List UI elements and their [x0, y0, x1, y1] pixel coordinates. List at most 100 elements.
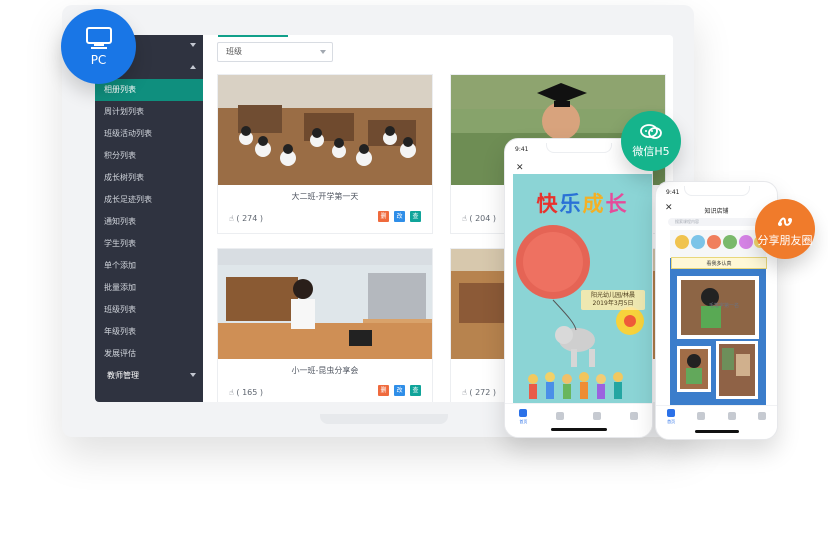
delete-button[interactable]: 删 [378, 385, 389, 396]
phone-notch [545, 143, 612, 153]
home-indicator [550, 428, 607, 431]
user-icon [757, 412, 766, 420]
chevron-down-icon [320, 50, 326, 54]
album-likes-count: ( 274 ) [236, 214, 264, 223]
phone-tabbar: 首页 [505, 403, 652, 430]
sidebar-item-students[interactable]: 学生列表 [95, 233, 203, 255]
tab-item[interactable] [754, 412, 770, 422]
album-title: 小一班-昆虫分享会 [291, 366, 359, 375]
message-icon [592, 412, 601, 420]
monitor-base [320, 414, 448, 424]
chevron-down-icon [190, 43, 196, 47]
like-icon: ☝ [229, 388, 234, 397]
cover-title-char-1: 快 [536, 192, 560, 216]
like-icon: ☝ [229, 214, 234, 223]
sidebar-item-class-activities[interactable]: 班级活动列表 [95, 123, 203, 145]
home-icon [519, 409, 528, 417]
class-select-value: 班级 [226, 47, 242, 56]
list-icon [556, 412, 565, 420]
tab-item[interactable] [589, 412, 605, 422]
classroom-photo [218, 75, 432, 185]
home-indicator [694, 430, 739, 433]
album-card[interactable]: 大二班-开学第一天 ☝ ( 274 ) 删 改 查 [217, 74, 433, 234]
share-label: 分享朋友圈 [757, 234, 813, 247]
home-icon [667, 409, 676, 417]
album-photo[interactable] [218, 249, 432, 359]
delete-button[interactable]: 删 [378, 211, 389, 222]
album-photo[interactable] [218, 75, 432, 185]
growth-cover: 快乐成长 阳光幼儿园/林晨 2019年3月5日 [513, 174, 652, 406]
active-tab-line [218, 35, 288, 37]
like-icon: ☝ [462, 388, 467, 397]
search-placeholder: 搜索课程内容 [675, 219, 699, 224]
tab-home[interactable]: 首页 [663, 409, 679, 425]
album-likes-count: ( 204 ) [469, 214, 497, 223]
cover-title-char-3: 成 [582, 192, 606, 216]
cover-subtitle-line-2: 2019年3月5日 [592, 300, 634, 307]
edit-button[interactable]: 改 [394, 211, 405, 222]
sidebar-item-notifications[interactable]: 通知列表 [95, 211, 203, 233]
sidebar-item-classes[interactable]: 班级列表 [95, 299, 203, 321]
sidebar-item-growth-tree[interactable]: 成长树列表 [95, 167, 203, 189]
album-title: 大二班-开学第一天 [291, 192, 359, 201]
view-button[interactable]: 查 [410, 211, 421, 222]
sidebar-group-teachers[interactable]: 教师管理 [95, 365, 203, 387]
cover-title-char-2: 乐 [559, 192, 583, 216]
album-likes: ☝ ( 272 ) [462, 388, 496, 397]
search-input[interactable]: 搜索课程内容 [668, 218, 765, 226]
like-icon: ☝ [462, 214, 467, 223]
monitor-icon [85, 27, 112, 49]
sidebar-item-album-list[interactable]: 相册列表 [95, 79, 203, 101]
sidebar-item-batch-add[interactable]: 批量添加 [95, 277, 203, 299]
sidebar-item-growth-footprints[interactable]: 成长足迹列表 [95, 189, 203, 211]
promo-canvas: 理 相册列表 周计划列表 班级活动列表 积分列表 成长树列表 成长足迹列表 通知… [0, 0, 828, 546]
poster-caption: 毛笔字第一名 [709, 303, 740, 309]
tab-item[interactable] [693, 412, 709, 422]
tab-item[interactable] [724, 412, 740, 422]
tab-item[interactable] [552, 412, 568, 422]
admin-sidebar: 理 相册列表 周计划列表 班级活动列表 积分列表 成长树列表 成长足迹列表 通知… [95, 35, 203, 402]
insect-sharing-photo [218, 249, 432, 359]
tab-home[interactable]: 首页 [515, 409, 531, 425]
phone-time: 9:41 [515, 146, 529, 153]
wechat-h5-badge: 微信H5 [621, 111, 681, 171]
chat-icon [727, 412, 736, 420]
wechat-h5-phone: 9:41 ✕ 快乐成长 阳光幼儿园/林晨 2019年3月5日 首页 [504, 138, 653, 438]
chevron-down-icon [190, 373, 196, 377]
wechat-icon [639, 124, 662, 139]
phone-time: 9:41 [666, 189, 680, 196]
poster-banner: 看我多认真 [671, 257, 767, 269]
album-likes: ☝ ( 274 ) [229, 214, 263, 223]
tab-item[interactable] [626, 412, 642, 422]
sidebar-item-grades[interactable]: 年级列表 [95, 321, 203, 343]
pc-badge: PC [61, 9, 136, 84]
share-badge: 分享朋友圈 [755, 199, 815, 259]
close-icon[interactable]: ✕ [516, 164, 524, 173]
tab-home-label: 首页 [519, 419, 528, 424]
phone-notch [683, 186, 750, 196]
wechat-label: 微信H5 [632, 145, 670, 158]
view-button[interactable]: 查 [410, 385, 421, 396]
growth-cover-title: 快乐成长 [513, 188, 652, 218]
album-actions: 删 改 查 [378, 385, 421, 396]
edit-button[interactable]: 改 [394, 385, 405, 396]
sidebar-item-development-evaluation[interactable]: 发展评估 [95, 343, 203, 365]
album-actions: 删 改 查 [378, 211, 421, 222]
sidebar-group-teachers-label: 教师管理 [107, 371, 139, 380]
sidebar-item-single-add[interactable]: 单个添加 [95, 255, 203, 277]
pc-label: PC [90, 53, 107, 67]
album-likes-count: ( 165 ) [236, 388, 264, 397]
cover-subtitle: 阳光幼儿园/林晨 2019年3月5日 [581, 290, 645, 310]
user-icon [629, 412, 638, 420]
class-select[interactable]: 班级 [217, 42, 333, 62]
cover-title-char-4: 长 [605, 192, 629, 216]
album-likes: ☝ ( 165 ) [229, 388, 263, 397]
cover-subtitle-line-1: 阳光幼儿园/林晨 [590, 292, 636, 299]
grid-icon [697, 412, 706, 420]
sidebar-item-weekly-plan[interactable]: 周计划列表 [95, 101, 203, 123]
sidebar-item-points[interactable]: 积分列表 [95, 145, 203, 167]
album-card[interactable]: 小一班-昆虫分享会 ☝ ( 165 ) 删 改 查 [217, 248, 433, 402]
album-likes: ☝ ( 204 ) [462, 214, 496, 223]
tab-home-label: 首页 [667, 419, 676, 424]
share-icon [778, 217, 792, 226]
